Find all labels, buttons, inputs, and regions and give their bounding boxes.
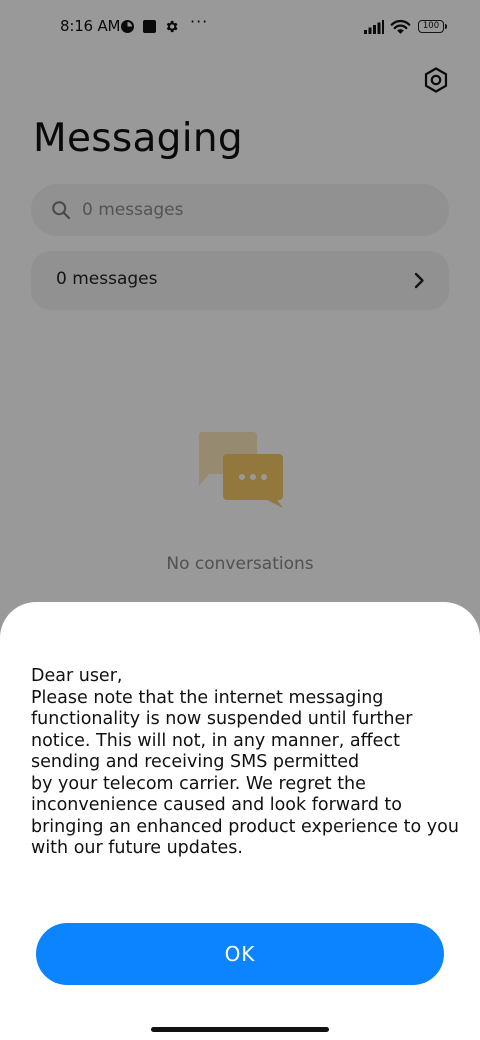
notice-dialog: Dear user, Please note that the internet… <box>0 602 480 1040</box>
home-indicator[interactable] <box>151 1027 329 1032</box>
ok-button[interactable]: OK <box>36 923 444 985</box>
dialog-message: Dear user, Please note that the internet… <box>31 666 459 858</box>
